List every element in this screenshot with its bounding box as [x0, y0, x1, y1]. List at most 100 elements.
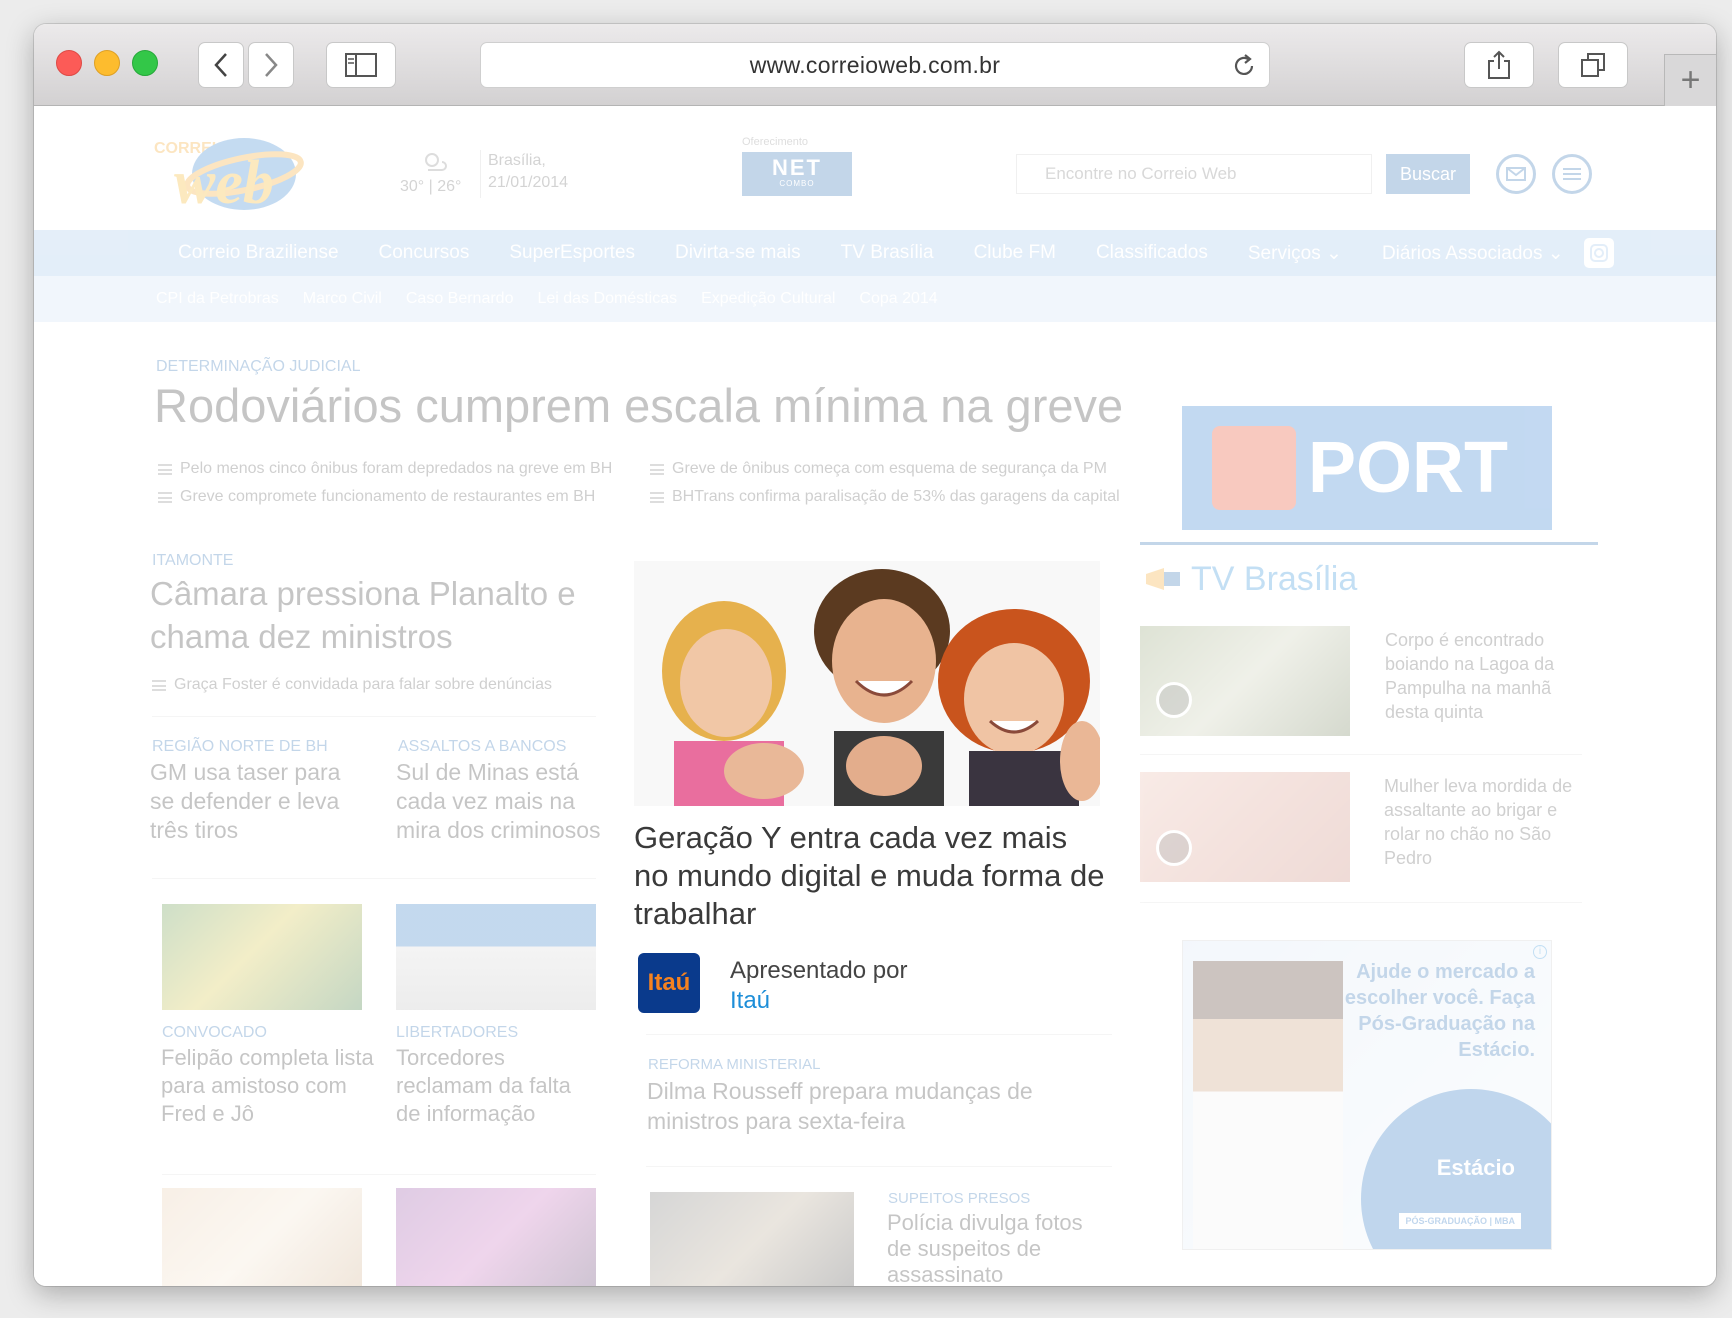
- sidebar-toggle-button[interactable]: [326, 42, 396, 88]
- ad-info-icon[interactable]: i: [1533, 945, 1547, 959]
- nav-item-classificados[interactable]: Classificados: [1096, 242, 1208, 264]
- subnav-item-expedicao-cultural[interactable]: Expedição Cultural: [701, 290, 835, 308]
- tv-section-title[interactable]: TV Brasília: [1191, 560, 1357, 599]
- ad-estacio[interactable]: Ajude o mercado a escolher você. Faça Pó…: [1182, 940, 1552, 1250]
- hamburger-icon: [1563, 168, 1581, 180]
- newsletter-button[interactable]: [1496, 154, 1536, 194]
- browser-toolbar: www.correioweb.com.br +: [34, 24, 1716, 106]
- new-tab-button[interactable]: +: [1664, 54, 1716, 106]
- nav-item-concursos[interactable]: Concursos: [379, 242, 470, 264]
- itamonte-link-text: Graça Foster é convidada para falar sobr…: [174, 676, 552, 693]
- ad-estacio-text: Ajude o mercado a escolher você. Faça Pó…: [1344, 961, 1535, 1061]
- nav-item-superesportes[interactable]: SuperEsportes: [509, 242, 635, 264]
- presented-by-sponsor-link[interactable]: Itaú: [730, 987, 770, 1015]
- lead-link-2[interactable]: Greve de ônibus começa com esquema de se…: [650, 460, 1107, 478]
- itau-logo[interactable]: Itaú: [638, 953, 700, 1013]
- photo-story-1-kicker[interactable]: CONVOCADO: [162, 1024, 267, 1042]
- sub-nav: CPI da Petrobras Marco Civil Caso Bernar…: [34, 276, 1716, 322]
- itau-logo-text: Itaú: [647, 969, 691, 996]
- lead-link-1[interactable]: Pelo menos cinco ônibus foram depredados…: [158, 460, 612, 478]
- search-button[interactable]: Buscar: [1386, 154, 1470, 194]
- divider: [1140, 754, 1582, 755]
- featured-image[interactable]: [634, 561, 1100, 806]
- photo-story-1-headline[interactable]: Felipão completa lista para amistoso com…: [161, 1044, 381, 1128]
- list-icon: [650, 491, 664, 503]
- menu-button[interactable]: [1552, 154, 1592, 194]
- small-story-2-headline[interactable]: Sul de Minas está cada vez mais na mira …: [396, 758, 602, 845]
- video-thumb-1[interactable]: [1140, 626, 1350, 736]
- photo-thumb-singer[interactable]: [162, 1188, 362, 1286]
- photo-thumb-suspects[interactable]: [650, 1192, 854, 1286]
- sponsor-net-logo[interactable]: NET COMBO: [742, 152, 852, 196]
- forward-button[interactable]: [248, 42, 294, 88]
- ad-banner-sport[interactable]: PORT: [1182, 406, 1552, 530]
- address-bar[interactable]: www.correioweb.com.br: [480, 42, 1270, 88]
- featured-headline[interactable]: Geração Y entra cada vez mais no mundo d…: [634, 819, 1110, 933]
- itamonte-kicker[interactable]: ITAMONTE: [152, 552, 233, 570]
- lead-link-4-text: BHTrans confirma paralisação de 53% das …: [672, 488, 1120, 505]
- net-logo-sub: COMBO: [779, 179, 815, 188]
- photo-thumb-celebrity[interactable]: [396, 1188, 596, 1286]
- search-input[interactable]: [1016, 154, 1372, 194]
- nav-item-correio-braziliense[interactable]: Correio Braziliense: [178, 242, 339, 264]
- center-story-2-headline[interactable]: Polícia divulga fotos de suspeitos de as…: [887, 1210, 1107, 1286]
- video-2-title[interactable]: Mulher leva mordida de assaltante ao bri…: [1384, 774, 1578, 870]
- list-icon: [158, 491, 172, 503]
- sidebar-icon: [345, 53, 377, 77]
- nav-item-divirta-se[interactable]: Divirta-se mais: [675, 242, 801, 264]
- logo-web-text: web: [174, 149, 274, 217]
- share-button[interactable]: [1464, 42, 1534, 88]
- zoom-window-button[interactable]: [132, 50, 158, 76]
- subnav-item-caso-bernardo[interactable]: Caso Bernardo: [406, 290, 514, 308]
- chevron-right-icon: [265, 53, 278, 77]
- subnav-item-lei-domesticas[interactable]: Lei das Domésticas: [537, 290, 677, 308]
- featured-story[interactable]: Geração Y entra cada vez mais no mundo d…: [634, 561, 1110, 1031]
- itamonte-headline[interactable]: Câmara pressiona Planalto e chama dez mi…: [150, 572, 580, 658]
- tabs-overview-button[interactable]: [1558, 42, 1628, 88]
- close-window-button[interactable]: [56, 50, 82, 76]
- lead-link-4[interactable]: BHTrans confirma paralisação de 53% das …: [650, 488, 1120, 506]
- nav-item-diarios-associados[interactable]: Diários Associados ⌄: [1382, 242, 1564, 265]
- subnav-item-marco-civil[interactable]: Marco Civil: [303, 290, 382, 308]
- divider: [646, 1034, 1112, 1035]
- small-story-2-kicker[interactable]: ASSALTOS A BANCOS: [398, 738, 566, 756]
- nav-item-servicos[interactable]: Serviços ⌄: [1248, 242, 1342, 265]
- site-logo[interactable]: CORREIO web: [154, 134, 334, 217]
- subnav-item-copa-2014[interactable]: Copa 2014: [859, 290, 937, 308]
- center-story-1-headline[interactable]: Dilma Rousseff prepara mudanças de minis…: [647, 1076, 1077, 1136]
- net-logo-text: NET: [772, 155, 822, 180]
- center-story-1-kicker[interactable]: REFORMA MINISTERIAL: [648, 1056, 821, 1073]
- camera-icon: [1589, 244, 1608, 262]
- photo-thumb-soccer[interactable]: [162, 904, 362, 1010]
- back-button[interactable]: [198, 42, 244, 88]
- minimize-window-button[interactable]: [94, 50, 120, 76]
- weather-city: Brasília,: [488, 152, 546, 169]
- photo-story-2-headline[interactable]: Torcedores reclamam da falta de informaç…: [396, 1044, 596, 1128]
- nav-item-tv-brasilia[interactable]: TV Brasília: [841, 242, 934, 264]
- reload-icon[interactable]: [1231, 53, 1257, 79]
- small-story-1-kicker[interactable]: REGIÃO NORTE DE BH: [152, 738, 328, 756]
- lead-link-3[interactable]: Greve compromete funcionamento de restau…: [158, 488, 595, 506]
- lead-kicker[interactable]: DETERMINAÇÃO JUDICIAL: [156, 358, 360, 376]
- web-page: CORREIO web 30° | 26° Brasília, 21/01/20…: [34, 106, 1716, 1286]
- video-thumb-2[interactable]: [1140, 772, 1350, 882]
- subnav-item-cpi-petrobras[interactable]: CPI da Petrobras: [156, 290, 279, 308]
- photo-story-2-kicker[interactable]: LIBERTADORES: [396, 1024, 518, 1042]
- url-text: www.correioweb.com.br: [749, 51, 1001, 78]
- lead-headline[interactable]: Rodoviários cumprem escala mínima na gre…: [154, 378, 1123, 433]
- list-icon: [650, 463, 664, 475]
- small-story-1-headline[interactable]: GM usa taser para se defender e leva trê…: [150, 758, 356, 845]
- mail-icon: [1506, 167, 1526, 181]
- nav-item-clube-fm[interactable]: Clube FM: [974, 242, 1056, 264]
- weather-temps: 30° | 26°: [400, 178, 462, 195]
- featured-photo-people: [634, 561, 1100, 806]
- video-1-title[interactable]: Corpo é encontrado boiando na Lagoa da P…: [1385, 628, 1575, 724]
- ad-banner-sport-text: PORT: [1308, 428, 1509, 508]
- photo-thumb-airport[interactable]: [396, 904, 596, 1010]
- instagram-button[interactable]: [1583, 238, 1614, 268]
- center-story-2-kicker[interactable]: SUPEITOS PRESOS: [888, 1190, 1030, 1207]
- list-icon: [152, 679, 166, 691]
- sponsor-label: Oferecimento: [742, 136, 809, 148]
- ad-estacio-brand: Estácio: [1436, 1155, 1515, 1180]
- itamonte-link[interactable]: Graça Foster é convidada para falar sobr…: [152, 676, 552, 694]
